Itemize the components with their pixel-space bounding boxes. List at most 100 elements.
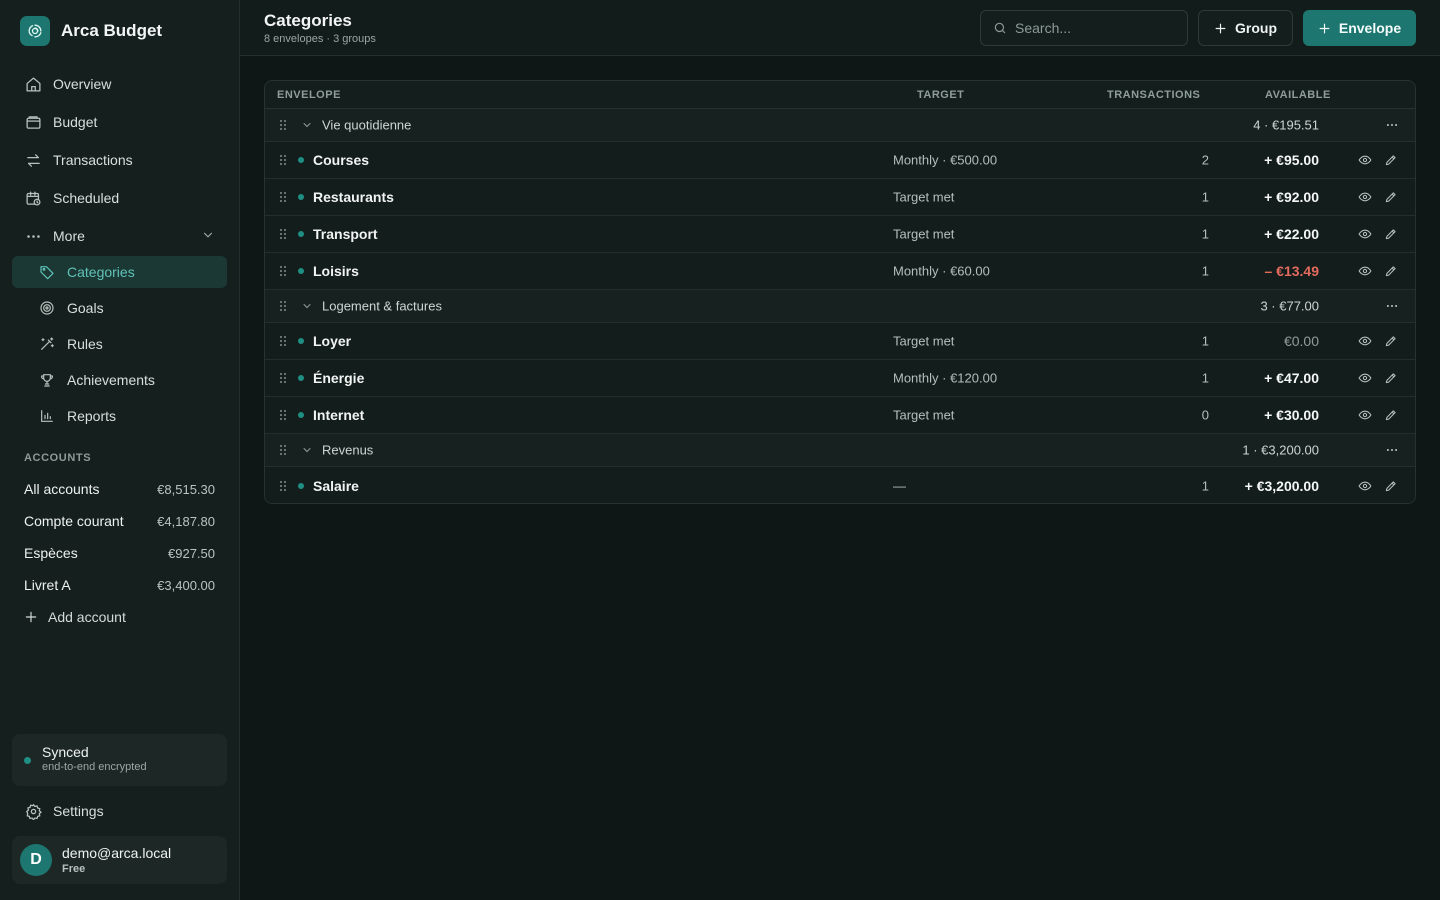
search-input[interactable] (1015, 20, 1175, 36)
envelope-row[interactable]: Courses Monthly · €500.00 2 + €95.00 (265, 142, 1415, 179)
envelope-name: Internet (313, 407, 365, 423)
nav-rules[interactable]: Rules (12, 328, 227, 360)
column-target[interactable]: TARGET (917, 89, 964, 101)
pencil-icon[interactable] (1384, 479, 1398, 493)
categories-table: ENVELOPE TARGET TRANSACTIONS AVAILABLE V… (264, 80, 1416, 504)
envelope-row[interactable]: Loisirs Monthly · €60.00 1 – €13.49 (265, 253, 1415, 290)
envelope-name: Énergie (313, 370, 365, 386)
user-menu[interactable]: D demo@arca.local Free (12, 836, 227, 884)
envelope-row[interactable]: Salaire — 1 + €3,200.00 (265, 467, 1415, 503)
nav-overview[interactable]: Overview (12, 68, 227, 100)
envelope-available: + €3,200.00 (1244, 477, 1319, 494)
wallet-icon (24, 113, 42, 131)
group-row[interactable]: Logement & factures 3 · €77.00 (265, 290, 1415, 323)
eye-icon[interactable] (1358, 153, 1372, 167)
pencil-icon[interactable] (1384, 334, 1398, 348)
eye-icon[interactable] (1358, 408, 1372, 422)
eye-icon[interactable] (1358, 371, 1372, 385)
gear-icon (24, 802, 42, 820)
nav-reports[interactable]: Reports (12, 400, 227, 432)
chevron-down-icon (201, 228, 215, 242)
envelope-dot-icon (298, 268, 304, 274)
drag-handle-icon[interactable] (279, 444, 287, 456)
add-envelope-button[interactable]: Envelope (1303, 10, 1416, 46)
search-box[interactable] (980, 10, 1188, 46)
column-transactions[interactable]: TRANSACTIONS (1107, 89, 1200, 101)
envelope-available: – €13.49 (1264, 263, 1320, 279)
account-row[interactable]: Espèces €927.50 (12, 538, 227, 568)
account-row[interactable]: All accounts €8,515.30 (12, 474, 227, 504)
envelope-dot-icon (298, 157, 304, 163)
brand[interactable]: Arca Budget (20, 16, 162, 46)
envelope-row[interactable]: Internet Target met 0 + €30.00 (265, 397, 1415, 434)
nav-budget[interactable]: Budget (12, 106, 227, 138)
drag-handle-icon[interactable] (279, 480, 287, 492)
eye-icon[interactable] (1358, 227, 1372, 241)
search-icon (993, 21, 1007, 35)
nav-achievements-label: Achievements (67, 372, 155, 388)
eye-icon[interactable] (1358, 334, 1372, 348)
pencil-icon[interactable] (1384, 264, 1398, 278)
settings-label: Settings (53, 803, 104, 819)
nav-categories[interactable]: Categories (12, 256, 227, 288)
eye-icon[interactable] (1358, 190, 1372, 204)
nav-achievements[interactable]: Achievements (12, 364, 227, 396)
chevron-down-icon[interactable] (301, 300, 313, 312)
column-envelope[interactable]: ENVELOPE (277, 89, 341, 101)
envelope-available: + €92.00 (1264, 189, 1319, 205)
drag-handle-icon[interactable] (279, 191, 287, 203)
account-row[interactable]: Compte courant €4,187.80 (12, 506, 227, 536)
pencil-icon[interactable] (1384, 408, 1398, 422)
envelope-row[interactable]: Restaurants Target met 1 + €92.00 (265, 179, 1415, 216)
column-available[interactable]: AVAILABLE (1265, 89, 1331, 101)
more-dots-icon[interactable] (1385, 443, 1399, 457)
envelope-row[interactable]: Énergie Monthly · €120.00 1 + €47.00 (265, 360, 1415, 397)
more-dots-icon[interactable] (1385, 299, 1399, 313)
drag-handle-icon[interactable] (279, 265, 287, 277)
chevron-down-icon[interactable] (301, 444, 313, 456)
pencil-icon[interactable] (1384, 153, 1398, 167)
envelope-transactions: 1 (1201, 189, 1209, 205)
pencil-icon[interactable] (1384, 371, 1398, 385)
drag-handle-icon[interactable] (279, 335, 287, 347)
add-group-button[interactable]: Group (1198, 10, 1293, 46)
chevron-down-icon[interactable] (301, 119, 313, 131)
sidebar: Arca Budget Overview Budget Transactions… (0, 0, 240, 900)
drag-handle-icon[interactable] (279, 372, 287, 384)
nav-reports-label: Reports (67, 408, 117, 424)
nav-transactions[interactable]: Transactions (12, 144, 227, 176)
drag-handle-icon[interactable] (279, 409, 287, 421)
account-row[interactable]: Livret A €3,400.00 (12, 570, 227, 600)
nav-scheduled[interactable]: Scheduled (12, 182, 227, 214)
pencil-icon[interactable] (1384, 190, 1398, 204)
settings-link[interactable]: Settings (12, 795, 227, 827)
group-name: Vie quotidienne (322, 117, 412, 133)
envelope-row[interactable]: Transport Target met 1 + €22.00 (265, 216, 1415, 253)
plus-icon (1214, 22, 1227, 35)
envelope-target: — (893, 478, 906, 493)
app-name: Arca Budget (61, 21, 163, 40)
drag-handle-icon[interactable] (279, 154, 287, 166)
drag-handle-icon[interactable] (279, 119, 287, 131)
drag-handle-icon[interactable] (279, 300, 287, 312)
tag-icon (38, 263, 56, 281)
envelope-available: + €47.00 (1264, 370, 1319, 386)
drag-handle-icon[interactable] (279, 228, 287, 240)
more-dots-icon[interactable] (1385, 118, 1399, 132)
nav-goals[interactable]: Goals (12, 292, 227, 324)
group-total: 3 · €77.00 (1260, 298, 1319, 314)
nav-rules-label: Rules (67, 336, 103, 352)
nav-more[interactable]: More (12, 220, 227, 252)
add-envelope-label: Envelope (1338, 20, 1402, 36)
group-row[interactable]: Revenus 1 · €3,200.00 (265, 434, 1415, 467)
eye-icon[interactable] (1358, 479, 1372, 493)
pencil-icon[interactable] (1384, 227, 1398, 241)
plus-icon (24, 610, 38, 624)
trophy-icon (38, 371, 56, 389)
envelope-row[interactable]: Loyer Target met 1 €0.00 (265, 323, 1415, 360)
envelope-transactions: 1 (1201, 226, 1209, 242)
envelope-available: €0.00 (1283, 333, 1319, 349)
add-account-button[interactable]: Add account (24, 605, 126, 629)
group-row[interactable]: Vie quotidienne 4 · €195.51 (265, 109, 1415, 142)
eye-icon[interactable] (1358, 264, 1372, 278)
